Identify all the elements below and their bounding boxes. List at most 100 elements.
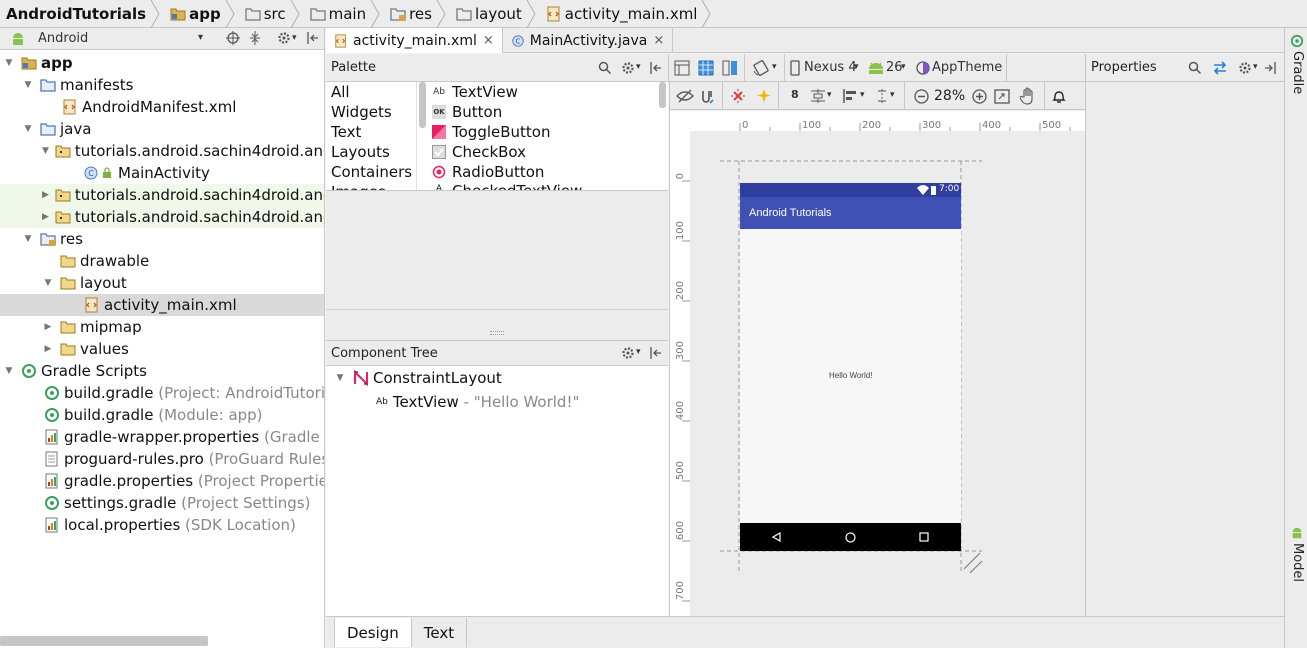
default-margin-icon[interactable]: 8	[791, 88, 799, 101]
swap-view-icon[interactable]	[1212, 61, 1228, 75]
bell-icon[interactable]	[1052, 88, 1066, 104]
hide-panel-icon[interactable]	[648, 346, 662, 360]
tree-item-package-test[interactable]: ▶ tutorials.android.sachin4droid.andr	[0, 206, 324, 228]
palette-category-layouts[interactable]: Layouts	[326, 142, 416, 162]
tree-item-res[interactable]: ▼ res	[0, 228, 324, 250]
orientation-icon[interactable]	[752, 59, 770, 77]
tree-item-drawable[interactable]: drawable	[0, 250, 324, 272]
tree-item-local-properties[interactable]: local.properties (SDK Location)	[0, 514, 324, 536]
palette-item-button[interactable]: OK Button	[428, 102, 668, 122]
palette-items-scrollbar[interactable]	[659, 82, 666, 108]
tree-item-manifests[interactable]: ▼ manifests	[0, 74, 324, 96]
pack-dropdown-icon[interactable]: ▾	[827, 90, 832, 100]
tree-item-proguard[interactable]: proguard-rules.pro (ProGuard Rules fo	[0, 448, 324, 470]
view-selector-dropdown-icon[interactable]: ▾	[198, 32, 203, 43]
component-constraintlayout[interactable]: ▼ ConstraintLayout	[326, 367, 668, 389]
gear-icon[interactable]	[621, 61, 635, 75]
palette-item-togglebutton[interactable]: ToggleButton	[428, 122, 668, 142]
tree-item-java[interactable]: ▼ java	[0, 118, 324, 140]
tree-item-layout[interactable]: ▼ layout	[0, 272, 324, 294]
expanded-arrow-icon[interactable]: ▼	[42, 145, 49, 157]
breadcrumb-main[interactable]: main	[304, 0, 384, 28]
zoom-to-fit-icon[interactable]	[994, 89, 1010, 104]
target-icon[interactable]	[226, 31, 240, 45]
tree-item-app[interactable]: ▼ app	[0, 52, 324, 74]
pan-hand-icon[interactable]	[1020, 87, 1036, 105]
tree-item-package-androidtest[interactable]: ▶ tutorials.android.sachin4droid.andr	[0, 184, 324, 206]
collapsed-arrow-icon[interactable]: ▶	[42, 321, 54, 333]
component-textview[interactable]: Ab TextView - "Hello World!"	[326, 391, 668, 413]
view-selector[interactable]: Android	[38, 31, 88, 46]
palette-item-checkbox[interactable]: CheckBox	[428, 142, 668, 162]
guidelines-icon[interactable]	[874, 88, 890, 104]
device-selector[interactable]: Nexus 4	[804, 60, 857, 75]
theme-selector[interactable]: AppTheme	[932, 60, 1002, 75]
hello-world-textview[interactable]: Hello World!	[829, 371, 872, 380]
gear-dropdown-icon[interactable]: ▾	[1253, 62, 1258, 72]
tree-item-mainactivity[interactable]: C MainActivity	[0, 162, 324, 184]
clear-constraints-icon[interactable]	[730, 88, 746, 104]
tree-item-values[interactable]: ▶ values	[0, 338, 324, 360]
gear-dropdown-icon[interactable]: ▾	[292, 33, 297, 43]
gear-dropdown-icon[interactable]: ▾	[636, 62, 641, 72]
collapse-all-icon[interactable]	[248, 31, 262, 45]
horizontal-scrollbar[interactable]	[0, 636, 208, 646]
infer-constraints-icon[interactable]	[756, 88, 772, 104]
search-icon[interactable]	[1188, 61, 1202, 75]
device-dropdown-icon[interactable]: ▾	[854, 62, 859, 72]
guidelines-dropdown-icon[interactable]: ▾	[890, 90, 895, 100]
breadcrumb-src[interactable]: src	[239, 0, 304, 28]
breadcrumb-app[interactable]: app	[164, 0, 239, 28]
gear-dropdown-icon[interactable]: ▾	[636, 347, 641, 357]
expanded-arrow-icon[interactable]: ▼	[22, 79, 34, 91]
pack-icon[interactable]	[810, 88, 826, 104]
device-preview[interactable]: 7:00 Android Tutorials Hello World!	[740, 183, 961, 551]
palette-category-text[interactable]: Text	[326, 122, 416, 142]
tree-item-mipmap[interactable]: ▶ mipmap	[0, 316, 324, 338]
expanded-arrow-icon[interactable]: ▼	[22, 233, 34, 245]
gear-icon[interactable]	[1238, 61, 1252, 75]
tree-item-gradle-wrapper[interactable]: gradle-wrapper.properties (Gradle Vers	[0, 426, 324, 448]
hide-panel-icon[interactable]	[1264, 61, 1278, 75]
android-model-tool-button[interactable]: Android Model	[1288, 526, 1307, 636]
collapsed-arrow-icon[interactable]: ▶	[42, 189, 49, 201]
collapsed-arrow-icon[interactable]: ▶	[42, 211, 49, 223]
search-icon[interactable]	[598, 61, 612, 75]
palette-category-images[interactable]: Images	[326, 182, 416, 190]
tree-item-package-main[interactable]: ▼ tutorials.android.sachin4droid.andr	[0, 140, 324, 162]
api-dropdown-icon[interactable]: ▾	[901, 62, 906, 72]
tree-item-gradle-scripts[interactable]: ▼ Gradle Scripts	[0, 360, 324, 382]
expanded-arrow-icon[interactable]: ▼	[334, 372, 346, 384]
tree-item-androidmanifest[interactable]: AndroidManifest.xml	[0, 96, 324, 118]
palette-categories-scrollbar[interactable]	[419, 82, 426, 128]
hide-panel-icon[interactable]	[648, 61, 662, 75]
palette-category-all[interactable]: All	[326, 82, 416, 102]
blueprint-view-icon[interactable]	[698, 60, 714, 76]
tab-activity-main[interactable]: activity_main.xml ×	[326, 28, 503, 53]
design-view-icon[interactable]	[674, 60, 690, 76]
autoconnect-icon[interactable]	[700, 88, 716, 104]
zoom-in-icon[interactable]	[972, 89, 987, 104]
expanded-arrow-icon[interactable]: ▼	[42, 277, 54, 289]
design-blueprint-icon[interactable]	[722, 60, 738, 76]
palette-category-containers[interactable]: Containers	[326, 162, 416, 182]
tree-item-build-gradle-module[interactable]: build.gradle (Module: app)	[0, 404, 324, 426]
tab-design[interactable]: Design	[334, 618, 412, 647]
breadcrumb-res[interactable]: res	[384, 0, 450, 28]
hide-constraints-icon[interactable]	[676, 88, 694, 104]
close-icon[interactable]: ×	[653, 33, 664, 48]
zoom-out-icon[interactable]	[914, 89, 929, 104]
tree-item-activity-main[interactable]: activity_main.xml	[0, 294, 324, 316]
collapsed-arrow-icon[interactable]: ▶	[42, 343, 54, 355]
palette-item-radiobutton[interactable]: RadioButton	[428, 162, 668, 182]
close-icon[interactable]: ×	[483, 33, 494, 48]
expanded-arrow-icon[interactable]: ▼	[3, 365, 15, 377]
breadcrumb-project[interactable]: AndroidTutorials	[0, 0, 164, 28]
tree-item-gradle-properties[interactable]: gradle.properties (Project Properties)	[0, 470, 324, 492]
gear-icon[interactable]	[277, 31, 291, 45]
expanded-arrow-icon[interactable]: ▼	[22, 123, 34, 135]
palette-category-widgets[interactable]: Widgets	[326, 102, 416, 122]
gear-icon[interactable]	[621, 346, 635, 360]
hide-panel-icon[interactable]	[305, 31, 319, 45]
tab-mainactivity-java[interactable]: C MainActivity.java ×	[503, 28, 674, 53]
